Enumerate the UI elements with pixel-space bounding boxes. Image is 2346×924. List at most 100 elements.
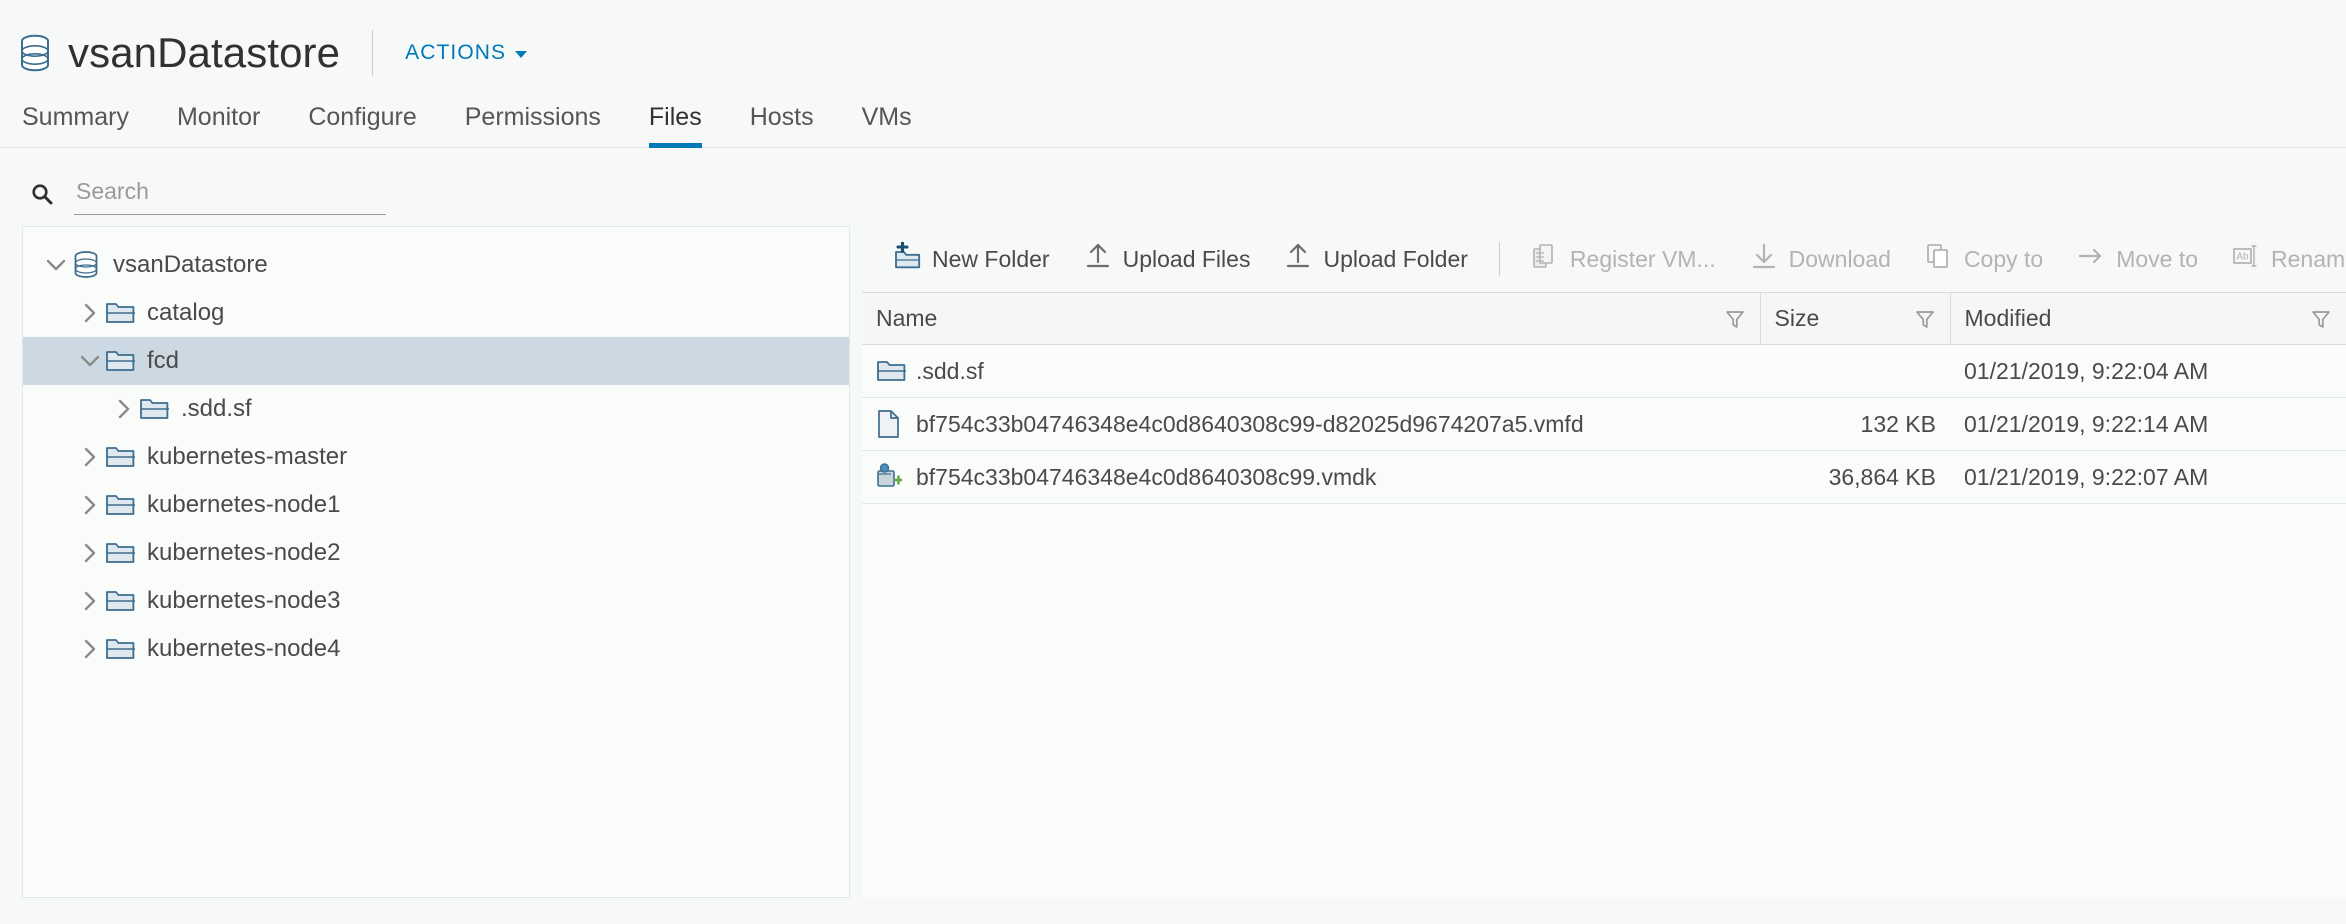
tab-label: Configure [308,103,417,131]
tab-hosts[interactable]: Hosts [726,103,838,147]
chevron-right-icon[interactable] [75,298,105,328]
tree-item-kubernetes-node3[interactable]: kubernetes-node3 [23,577,849,625]
upload-icon [1284,242,1312,276]
tab-permissions[interactable]: Permissions [441,103,625,147]
toolbar-button-label: New Folder [932,245,1050,272]
column-label-modified: Modified [1964,305,2052,331]
chevron-right-icon[interactable] [75,586,105,616]
file-icon [876,409,902,439]
tab-vms[interactable]: VMs [838,103,936,147]
download-icon [1750,242,1778,276]
toolbar-button-label: Rename to [2271,245,2346,272]
column-label-size: Size [1774,305,1820,331]
column-header-modified[interactable]: Modified [1950,292,2346,345]
copy-icon [1925,242,1953,276]
table-row[interactable]: .sdd.sf 01/21/2019, 9:22:04 AM [862,344,2346,398]
tab-bar: Summary Monitor Configure Permissions Files H… [0,86,2346,148]
page-title: vsanDatastore [68,29,341,76]
folder-icon [105,346,136,376]
toolbar-separator [1498,242,1500,276]
filter-icon-modified[interactable] [2310,308,2332,330]
files-content: vsanDatastore catalog fcd .sdd.sf kubernetes… [0,218,2346,898]
toolbar-button-move-to: Move to [2060,236,2215,282]
file-name-label: .sdd.sf [916,357,984,384]
folder-icon [105,298,136,328]
folder-icon [876,356,907,386]
cell-size: 36,864 KB [1760,450,1950,504]
toolbar-button-label: Download [1788,245,1891,272]
tree-item-kubernetes-master[interactable]: kubernetes-master [23,433,849,481]
chevron-right-icon[interactable] [109,394,139,424]
folder-icon [139,394,170,424]
chevron-down-icon[interactable] [41,250,71,280]
actions-menu-button[interactable]: ACTIONS [403,37,529,69]
tab-configure[interactable]: Configure [284,103,440,147]
toolbar-button-upload-files[interactable]: Upload Files [1067,236,1268,282]
file-name-label: bf754c33b04746348e4c0d8640308c99.vmdk [916,463,1377,490]
file-table-body: .sdd.sf 01/21/2019, 9:22:04 AM bf754c33b04… [862,344,2346,504]
tree-item-kubernetes-node2[interactable]: kubernetes-node2 [23,529,849,577]
cell-name: bf754c33b04746348e4c0d8640308c99-d82025d… [862,397,1760,451]
upload-icon [1084,242,1112,276]
chevron-right-icon[interactable] [75,538,105,568]
datastore-icon [71,250,101,280]
folder-icon [105,442,136,472]
filter-icon-size[interactable] [1914,308,1936,330]
header-row: Name Size Modified [862,292,2346,345]
datastore-tree-panel[interactable]: vsanDatastore catalog fcd .sdd.sf kubernetes… [22,226,850,898]
toolbar-button-upload-folder[interactable]: Upload Folder [1267,236,1484,282]
tree-item-label: vsanDatastore [113,251,268,278]
chevron-right-icon[interactable] [75,442,105,472]
chevron-down-icon[interactable] [75,346,105,376]
tree-item-catalog[interactable]: catalog [23,289,849,337]
tab-label: Permissions [464,103,601,131]
cell-size [1760,344,1950,398]
cell-size: 132 KB [1760,397,1950,451]
folder-icon [105,586,136,616]
chevron-right-icon[interactable] [75,634,105,664]
toolbar-button-copy-to: Copy to [1908,236,2060,282]
column-label-name: Name [876,305,938,331]
toolbar-button-new-folder[interactable]: New Folder [876,236,1067,282]
tree-item-kubernetes-node4[interactable]: kubernetes-node4 [23,625,849,673]
page-header: vsanDatastore ACTIONS [0,0,2346,86]
tab-summary[interactable]: Summary [18,103,153,147]
tab-monitor[interactable]: Monitor [153,103,284,147]
tree-item-kubernetes-node1[interactable]: kubernetes-node1 [23,481,849,529]
tree-item-vsandatastore[interactable]: vsanDatastore [23,241,849,289]
column-header-size[interactable]: Size [1760,292,1951,345]
tab-label: Monitor [176,103,261,131]
toolbar-button-rename-to: Ab Rename to [2215,236,2346,282]
folder-icon [105,538,136,568]
search-input[interactable] [74,173,386,215]
column-header-name[interactable]: Name [862,292,1761,345]
tree-item-label: kubernetes-node1 [147,491,341,518]
actions-label: ACTIONS [405,41,507,64]
header-divider [372,30,374,76]
datastore-icon [18,33,52,73]
cell-modified: 01/21/2019, 9:22:14 AM [1950,397,2346,451]
tab-label: VMs [861,103,912,131]
search-bar [0,148,2346,218]
tree-item-label: kubernetes-node2 [147,539,341,566]
chevron-right-icon[interactable] [75,490,105,520]
tree-item-label: kubernetes-node4 [147,635,341,662]
cell-modified: 01/21/2019, 9:22:07 AM [1950,450,2346,504]
tree-item-sdd-sf[interactable]: .sdd.sf [23,385,849,433]
chevron-down-icon [515,51,528,58]
file-name-label: bf754c33b04746348e4c0d8640308c99-d82025d… [916,410,1584,437]
table-row[interactable]: bf754c33b04746348e4c0d8640308c99.vmdk 36,… [862,450,2346,504]
vmdk-disk-icon [876,462,904,492]
file-list-empty-area [862,504,2346,898]
table-row[interactable]: bf754c33b04746348e4c0d8640308c99-d82025d… [862,397,2346,451]
toolbar-button-label: Register VM... [1569,245,1716,272]
tree-item-label: kubernetes-master [147,443,348,470]
filter-icon-name[interactable] [1724,308,1746,330]
tree-item-fcd[interactable]: fcd [23,337,849,385]
toolbar-button-register-vm: Register VM... [1514,236,1733,282]
file-table: Name Size Modified .sdd.sf 01/21/2019, 9… [862,292,2346,504]
tree-item-label: kubernetes-node3 [147,587,341,614]
tree-item-label: fcd [147,347,180,374]
cell-name: bf754c33b04746348e4c0d8640308c99.vmdk [862,450,1760,504]
tab-files[interactable]: Files [625,103,726,148]
